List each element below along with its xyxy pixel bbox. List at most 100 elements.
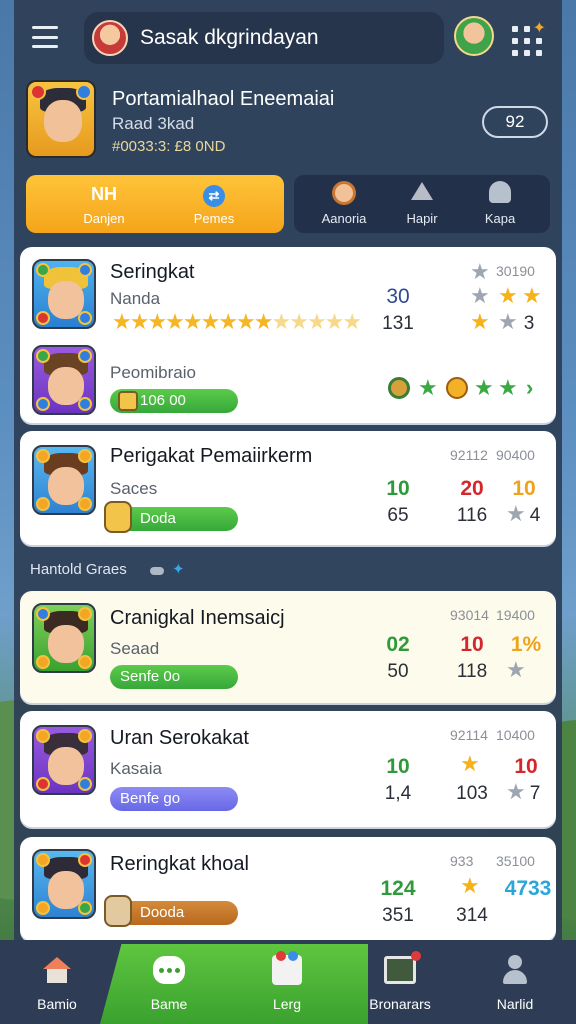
star-icon: ★ (506, 657, 526, 682)
tab-label: Kapa (484, 211, 516, 226)
list-item[interactable]: Seringkat Nanda ★★★★★★★★★★★★★★ 30 131 ★ … (20, 247, 556, 423)
status-pill[interactable]: Dooda (104, 895, 238, 927)
stat-top-right: 92112 (450, 447, 488, 463)
stat-value: 103 (456, 783, 488, 804)
nav-label: Lerg (272, 996, 302, 1012)
active-mode-tabs: NH Danjen ⇄ Pemes (26, 175, 284, 233)
player-portrait[interactable] (26, 80, 96, 158)
status-pill[interactable]: Benfe go (110, 787, 238, 811)
stat-value: 116 (456, 505, 488, 526)
search-text: Sasak dkgrindayan (140, 26, 319, 49)
star-icon: ★ (460, 751, 480, 776)
card-title: Perigakat Pemaiirkerm (110, 445, 313, 467)
star-icon: ★ (470, 309, 490, 334)
status-pill[interactable]: Doda (104, 501, 238, 533)
hero-portrait (32, 725, 96, 795)
card-title: Cranigkal Inemsaicj (110, 607, 285, 629)
stat-value: 1% (510, 633, 542, 656)
card-subtitle: Nanda (110, 289, 161, 308)
player-subtitle: Raad 3kad (112, 114, 195, 133)
star-icon: ★ (470, 259, 490, 284)
card-subtitle: Seaad (110, 639, 160, 658)
star-icon: ★ (498, 375, 518, 400)
stat-top-right: 30190 (496, 263, 535, 279)
tab-kapa[interactable]: Kapa (460, 181, 540, 226)
mode-tabs: Aanoria Hapir Kapa (294, 175, 550, 233)
star-rating: ★★★★★★★★★★★★★★ (112, 309, 362, 334)
stat-value: 30 (386, 285, 410, 308)
tab-danjen[interactable]: NH Danjen (54, 181, 154, 226)
stat-value: 10 (512, 477, 536, 500)
nav-item-bame[interactable]: Bame (114, 952, 224, 1012)
coin-icon (446, 377, 468, 399)
card-title: Uran Serokakat (110, 727, 249, 749)
tab-aanoria[interactable]: Aanoria (304, 181, 384, 226)
character-icon (332, 181, 356, 205)
list-item[interactable]: Cranigkal Inemsaicj Seaad Senfe 0o 93014… (20, 591, 556, 703)
star-icon: ★ (522, 283, 542, 308)
stat-top-right: 19400 (496, 607, 535, 623)
stat-top-right: 93014 (450, 607, 489, 623)
hero-portrait (32, 603, 96, 673)
status-pill[interactable]: 106 00 (110, 389, 238, 413)
star-icon: ★ (498, 283, 518, 308)
stat-top-right: 35100 (496, 853, 535, 869)
star-icon: ★ (418, 375, 438, 400)
card-subtitle: Kasaia (110, 759, 162, 778)
search-bar[interactable]: Sasak dkgrindayan (84, 12, 444, 64)
grid-dots-icon[interactable]: ✦ (510, 20, 546, 56)
star-icon: ★ (474, 375, 494, 400)
stat-value: 02 (386, 633, 410, 656)
tab-hapir[interactable]: Hapir (382, 181, 462, 226)
pill-label: Dooda (140, 904, 185, 921)
stat-value: 4 (529, 505, 541, 526)
nav-label: Bronarars (369, 996, 431, 1012)
star-icon: ★ (460, 873, 480, 898)
stat-top-right: 92114 (450, 727, 488, 743)
list-item[interactable]: Uran Serokakat Kasaia Benfe go 92114 104… (20, 711, 556, 827)
stat-value: 20 (460, 477, 484, 500)
sparkle-icon: ✦ (172, 561, 185, 578)
nav-label: Bamio (37, 996, 77, 1012)
house-icon (43, 957, 71, 983)
tool-icon (411, 182, 433, 200)
profile-avatar-icon[interactable] (454, 16, 494, 56)
list-item[interactable]: Perigakat Pemaiirkerm Saces Doda 92112 9… (20, 431, 556, 545)
nav-item-bamio[interactable]: Bamio (2, 952, 112, 1012)
pill-label: 106 00 (140, 392, 186, 409)
swap-icon: ⇄ (203, 185, 225, 207)
hamburger-icon[interactable] (32, 26, 58, 48)
nav-item-narlid[interactable]: Narlid (460, 952, 570, 1012)
stat-value: 7 (529, 783, 541, 804)
stat-value: 4733 (504, 877, 552, 900)
top-bar: Sasak dkgrindayan ✦ (14, 6, 562, 70)
fruit-icon (388, 377, 410, 399)
person-icon (501, 955, 529, 985)
hero-portrait (32, 445, 96, 515)
status-pill[interactable]: Senfe 0o (110, 665, 238, 689)
nh-icon: NH (91, 184, 117, 204)
tab-label: Danjen (83, 211, 125, 226)
stat-value: 1,4 (384, 783, 412, 804)
stat-top-right: 933 (450, 853, 474, 869)
stat-value: 3 (523, 313, 535, 334)
stat-value: 10 (460, 633, 484, 656)
tab-label: Aanoria (321, 211, 367, 226)
player-name: Portamialhaol Eneemaiai (112, 88, 335, 110)
pill-label: Doda (140, 510, 176, 527)
nav-item-bronarars[interactable]: Bronarars (345, 951, 455, 1012)
score-badge[interactable]: 92 (482, 106, 548, 138)
list-item[interactable]: Reringkat khoal Dooda 933 35100 124 ★ 47… (20, 837, 556, 941)
stat-value: 10 (386, 477, 410, 500)
avatar (92, 20, 128, 56)
person-icon (489, 181, 511, 203)
stat-top-right: 90400 (496, 447, 535, 463)
map-icon (272, 951, 302, 985)
stat-value: 131 (382, 313, 414, 334)
chevron-right-icon[interactable]: › (526, 375, 533, 401)
tab-pemes[interactable]: ⇄ Pemes (164, 181, 264, 226)
stat-top-right: 10400 (496, 727, 535, 743)
toggle-icon[interactable] (150, 567, 164, 575)
nav-label: Bame (150, 996, 188, 1012)
nav-item-lerg[interactable]: Lerg (232, 951, 342, 1012)
